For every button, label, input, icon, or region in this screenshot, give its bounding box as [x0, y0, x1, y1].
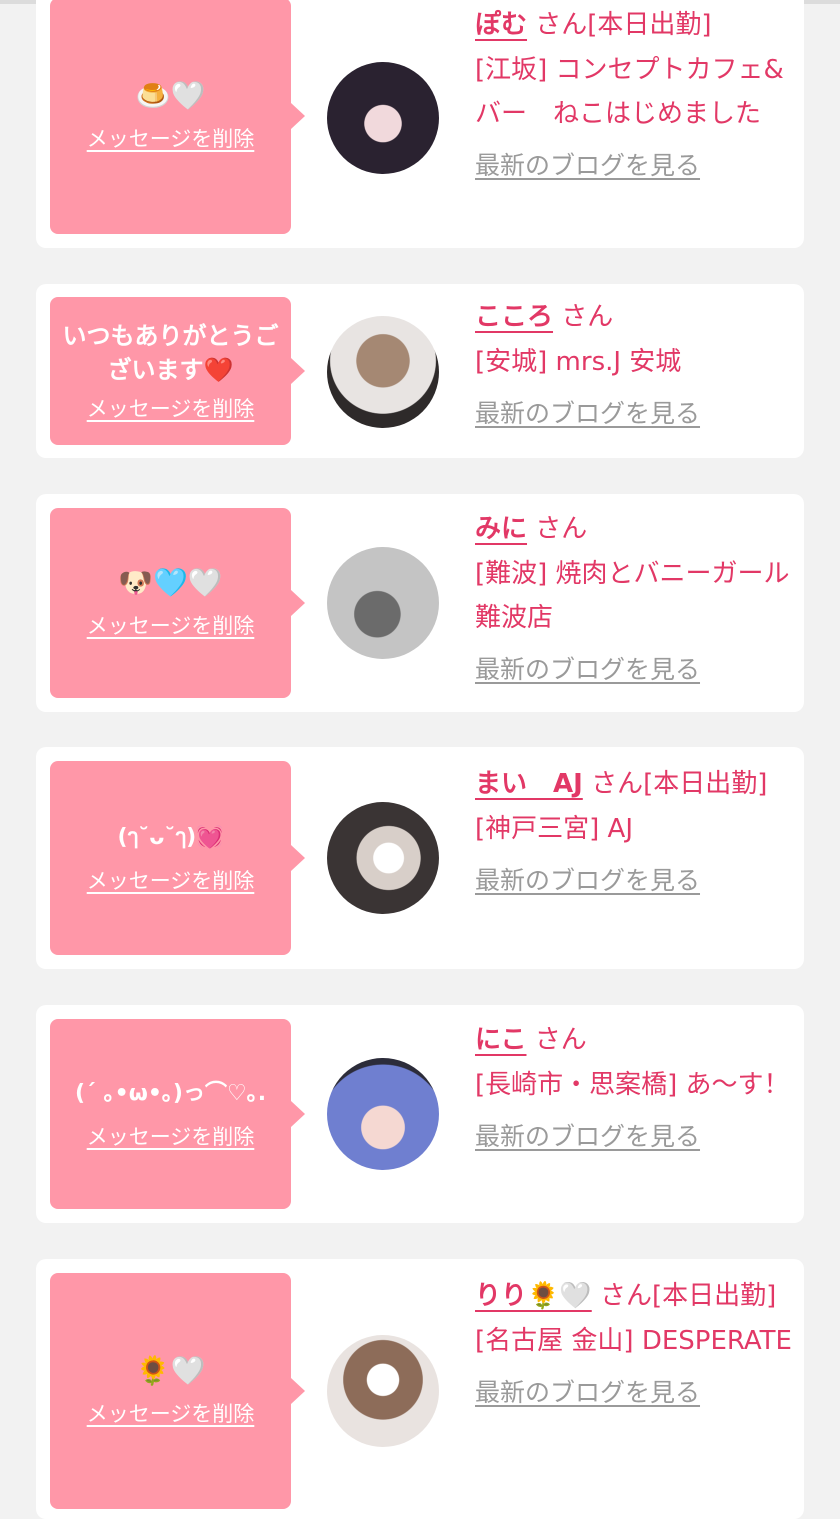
cast-name-link[interactable]: りり🌻🤍 [475, 1281, 592, 1311]
message-text: 🐶🩵🤍 [118, 566, 223, 599]
list-item: 🌻🤍 メッセージを削除 りり🌻🤍 さん[本日出勤] [名古屋 金山] DESPE… [36, 1259, 804, 1519]
delete-message-link[interactable]: メッセージを削除 [87, 865, 255, 895]
cast-info: みに さん [難波] 焼肉とバニーガール難波店 最新のブログを見る [475, 506, 793, 686]
cast-name-link[interactable]: まい AJ [475, 769, 583, 799]
name-suffix: さん[本日出勤] [600, 1281, 777, 1311]
avatar[interactable] [327, 802, 439, 914]
message-text: (ๅ˘ᴗ˘ๅ)💓 [117, 825, 224, 850]
cast-info: まい AJ さん[本日出勤] [神戸三宮] AJ 最新のブログを見る [475, 761, 793, 897]
shop-name: [江坂] コンセプトカフェ&バー ねこはじめました [475, 55, 784, 129]
list-item: 🐶🩵🤍 メッセージを削除 みに さん [難波] 焼肉とバニーガール難波店 最新の… [36, 494, 804, 712]
avatar[interactable] [327, 1335, 439, 1447]
latest-blog-link[interactable]: 最新のブログを見る [475, 394, 700, 430]
cast-name-link[interactable]: にこ [475, 1025, 526, 1055]
shop-name: [安城] mrs.J 安城 [475, 347, 682, 377]
latest-blog-link[interactable]: 最新のブログを見る [475, 146, 700, 182]
name-line: こころ さん [475, 294, 793, 340]
name-suffix: さん[本日出勤] [591, 769, 768, 799]
name-suffix: さん [534, 1025, 587, 1055]
latest-blog-link[interactable]: 最新のブログを見る [475, 1117, 700, 1153]
name-line: みに さん [475, 506, 793, 552]
latest-blog-link[interactable]: 最新のブログを見る [475, 650, 700, 686]
favorite-list: 🍮🤍 メッセージを削除 ぽむ さん[本日出勤] [江坂] コンセプトカフェ&バー… [0, 0, 840, 1519]
avatar[interactable] [327, 62, 439, 174]
message-bubble: 🍮🤍 メッセージを削除 [50, 0, 305, 234]
name-line: ぽむ さん[本日出勤] [475, 2, 793, 48]
name-suffix: さん [535, 514, 588, 544]
message-text: 🌻🤍 [135, 1354, 206, 1387]
message-bubble: 🌻🤍 メッセージを削除 [50, 1273, 305, 1509]
avatar[interactable] [327, 1058, 439, 1170]
delete-message-link[interactable]: メッセージを削除 [87, 123, 255, 153]
delete-message-link[interactable]: メッセージを削除 [87, 610, 255, 640]
shop-name: [名古屋 金山] DESPERATE [475, 1326, 792, 1356]
delete-message-link[interactable]: メッセージを削除 [87, 1398, 255, 1428]
latest-blog-link[interactable]: 最新のブログを見る [475, 861, 700, 897]
message-bubble: (´ ｡•ω•｡)っ⌒♡｡. メッセージを削除 [50, 1019, 305, 1209]
list-item: (´ ｡•ω•｡)っ⌒♡｡. メッセージを削除 にこ さん [長崎市・思案橋] … [36, 1005, 804, 1223]
avatar[interactable] [327, 547, 439, 659]
name-line: りり🌻🤍 さん[本日出勤] [475, 1273, 793, 1319]
message-text: 🍮🤍 [135, 79, 206, 112]
cast-name-link[interactable]: こころ [475, 302, 553, 332]
delete-message-link[interactable]: メッセージを削除 [87, 1121, 255, 1151]
message-bubble: 🐶🩵🤍 メッセージを削除 [50, 508, 305, 698]
cast-info: こころ さん [安城] mrs.J 安城 最新のブログを見る [475, 294, 793, 430]
list-item: いつもありがとうございます❤️ メッセージを削除 こころ さん [安城] mrs… [36, 284, 804, 458]
latest-blog-link[interactable]: 最新のブログを見る [475, 1373, 700, 1409]
list-item: (ๅ˘ᴗ˘ๅ)💓 メッセージを削除 まい AJ さん[本日出勤] [神戸三宮] … [36, 747, 804, 969]
list-item: 🍮🤍 メッセージを削除 ぽむ さん[本日出勤] [江坂] コンセプトカフェ&バー… [36, 0, 804, 248]
cast-info: ぽむ さん[本日出勤] [江坂] コンセプトカフェ&バー ねこはじめました 最新… [475, 2, 793, 182]
message-bubble: (ๅ˘ᴗ˘ๅ)💓 メッセージを削除 [50, 761, 305, 955]
cast-info: りり🌻🤍 さん[本日出勤] [名古屋 金山] DESPERATE 最新のブログを… [475, 1273, 793, 1409]
avatar[interactable] [327, 316, 439, 428]
message-bubble: いつもありがとうございます❤️ メッセージを削除 [50, 297, 305, 445]
name-line: にこ さん [475, 1017, 793, 1063]
name-suffix: さん [561, 302, 614, 332]
cast-name-link[interactable]: みに [475, 514, 527, 544]
shop-name: [神戸三宮] AJ [475, 814, 634, 844]
name-line: まい AJ さん[本日出勤] [475, 761, 793, 807]
name-suffix: さん[本日出勤] [535, 10, 712, 40]
shop-name: [長崎市・思案橋] あ〜す！ [475, 1070, 790, 1100]
cast-name-link[interactable]: ぽむ [475, 10, 527, 40]
message-text: いつもありがとうございます❤️ [62, 322, 279, 384]
message-text: (´ ｡•ω•｡)っ⌒♡｡. [74, 1081, 267, 1106]
shop-name: [難波] 焼肉とバニーガール難波店 [475, 559, 790, 633]
cast-info: にこ さん [長崎市・思案橋] あ〜す！ 最新のブログを見る [475, 1017, 793, 1153]
delete-message-link[interactable]: メッセージを削除 [87, 393, 255, 423]
